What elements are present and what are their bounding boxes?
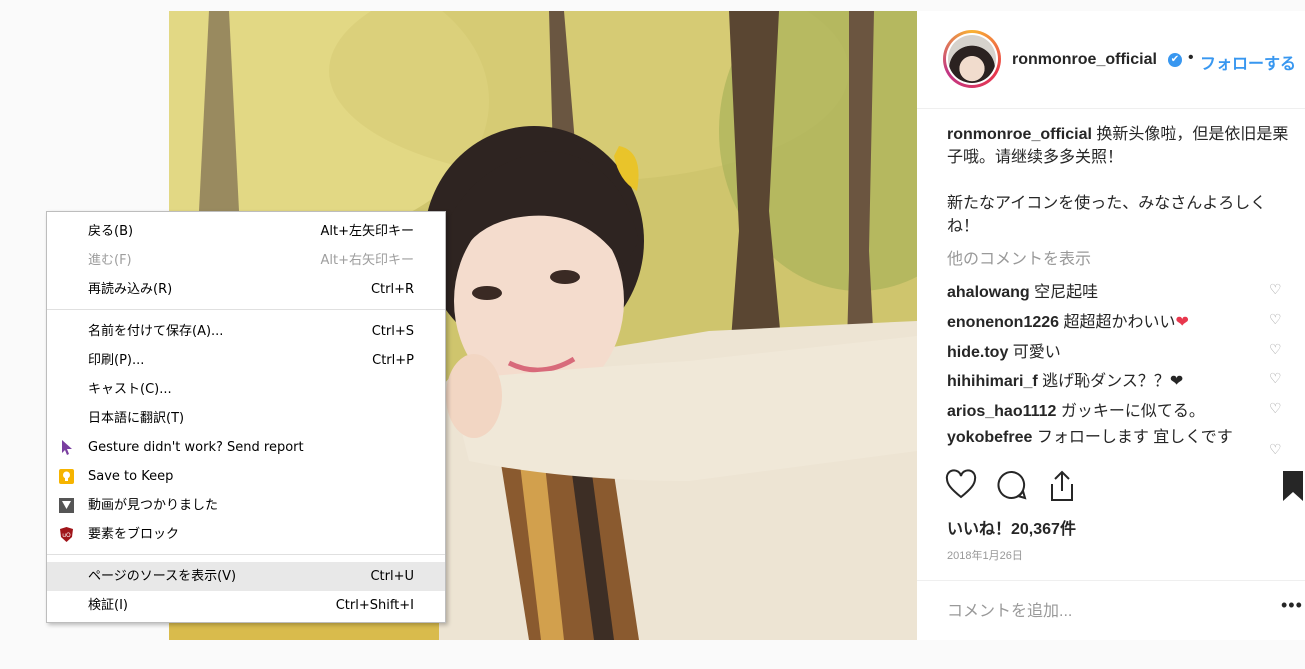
menu-item-forward: 進む(F) Alt+右矢印キー [47, 246, 445, 275]
menu-item-label: ページのソースを表示(V) [88, 569, 237, 584]
comment-username[interactable]: hihihimari_f [947, 373, 1038, 390]
caption-text-2: 新たなアイコンを使った、みなさんよろしくね！ [947, 195, 1267, 235]
menu-separator [47, 309, 445, 310]
comment-heart-icon[interactable]: ♡ [1269, 312, 1283, 326]
post-actions-bar [917, 469, 1305, 509]
comment-item: hide.toy 可愛い [947, 338, 1292, 362]
comment-heart-icon[interactable]: ♡ [1269, 401, 1283, 415]
menu-item-label: 印刷(P)... [88, 353, 145, 368]
menu-item-back[interactable]: 戻る(B) Alt+左矢印キー [47, 217, 445, 246]
menu-item-video-found[interactable]: 動画が見つかりました [47, 491, 445, 520]
add-comment-input[interactable]: コメントを追加... [947, 597, 1072, 621]
comment-username[interactable]: ahalowang [947, 284, 1030, 301]
menu-item-shortcut: Ctrl+Shift+I [335, 598, 414, 613]
menu-item-block-element[interactable]: uO 要素をブロック [47, 520, 445, 549]
comment-heart-icon[interactable]: ♡ [1269, 371, 1283, 385]
menu-item-shortcut: Ctrl+P [372, 353, 414, 368]
menu-item-inspect[interactable]: 検証(I) Ctrl+Shift+I [47, 591, 445, 620]
download-arrow-icon [59, 498, 74, 513]
menu-item-label: 名前を付けて保存(A)... [88, 324, 224, 339]
avatar-story-ring[interactable] [943, 30, 1001, 88]
menu-item-label: 進む(F) [88, 253, 132, 268]
post-caption: ronmonroe_official 换新头像啦，但是依旧是栗子哦。请继续多多关… [947, 123, 1292, 238]
comment-text: 逃げ恥ダンス？？❤ [1042, 373, 1184, 390]
post-username[interactable]: ronmonroe_official [1012, 51, 1157, 69]
menu-item-label: Save to Keep [88, 469, 174, 484]
context-menu: 戻る(B) Alt+左矢印キー 進む(F) Alt+右矢印キー 再読み込み(R)… [46, 211, 446, 623]
ublock-shield-icon: uO [60, 527, 73, 542]
svg-text:uO: uO [62, 532, 71, 539]
menu-item-label: Gesture didn't work? Send report [88, 440, 304, 455]
menu-item-label: 日本語に翻訳(T) [88, 411, 185, 426]
menu-item-translate[interactable]: 日本語に翻訳(T) [47, 404, 445, 433]
comment-heart-icon[interactable]: ♡ [1269, 282, 1283, 296]
comment-item: arios_hao1112 ガッキーに似てる。 [947, 397, 1292, 421]
menu-item-label: 再読み込み(R) [88, 282, 173, 297]
comment-username[interactable]: enonenon1226 [947, 314, 1059, 331]
comment-username[interactable]: yokobefree [947, 429, 1032, 446]
comment-item: enonenon1226 超超超かわいい❤ [947, 308, 1292, 332]
avatar-image [948, 35, 996, 83]
heart-icon[interactable] [945, 469, 977, 501]
keep-bulb-icon [59, 469, 74, 484]
bookmark-icon[interactable] [1281, 469, 1305, 503]
view-more-comments-link[interactable]: 他のコメントを表示 [947, 245, 1091, 269]
menu-separator [47, 554, 445, 555]
likes-count[interactable]: いいね！20,367件 [947, 515, 1076, 539]
menu-item-shortcut: Ctrl+S [371, 324, 414, 339]
heart-emoji-icon: ❤ [1175, 314, 1189, 331]
menu-item-gesture-report[interactable]: Gesture didn't work? Send report [47, 433, 445, 462]
menu-item-view-source[interactable]: ページのソースを表示(V) Ctrl+U [47, 562, 445, 591]
menu-item-label: 検証(I) [88, 598, 128, 613]
cursor-arrow-icon [62, 440, 72, 455]
follow-button[interactable]: フォローする [1200, 50, 1296, 74]
comment-item: ahalowang 空尼起哇 [947, 278, 1292, 302]
more-options-button[interactable]: ••• [1281, 595, 1303, 616]
verified-badge-icon: ✔ [1168, 53, 1182, 67]
comment-text: ガッキーに似てる。 [1060, 403, 1205, 420]
menu-item-shortcut: Ctrl+U [370, 569, 414, 584]
comment-text: 可愛い [1012, 344, 1061, 361]
comment-heart-icon[interactable]: ♡ [1269, 442, 1283, 456]
share-icon[interactable] [1046, 469, 1078, 503]
header-separator: • [1188, 49, 1194, 66]
comment-username[interactable]: hide.toy [947, 344, 1008, 361]
menu-item-label: 動画が見つかりました [88, 498, 219, 513]
menu-item-label: 戻る(B) [88, 224, 134, 239]
comment-text: 空尼起哇 [1034, 284, 1099, 301]
menu-item-label: キャスト(C)... [88, 382, 172, 397]
comment-text: 超超超かわいい [1063, 314, 1176, 331]
menu-item-cast[interactable]: キャスト(C)... [47, 375, 445, 404]
menu-item-label: 要素をブロック [88, 527, 180, 542]
add-comment-section: コメントを追加... ••• [917, 580, 1305, 641]
comment-icon[interactable] [996, 469, 1028, 501]
menu-item-shortcut: Alt+左矢印キー [320, 224, 415, 239]
comment-heart-icon[interactable]: ♡ [1269, 342, 1283, 356]
menu-item-print[interactable]: 印刷(P)... Ctrl+P [47, 346, 445, 375]
caption-username[interactable]: ronmonroe_official [947, 126, 1092, 143]
menu-item-reload[interactable]: 再読み込み(R) Ctrl+R [47, 275, 445, 304]
menu-item-shortcut: Alt+右矢印キー [320, 253, 415, 268]
post-side-panel: ronmonroe_official ✔ • フォローする ronmonroe_… [917, 11, 1305, 640]
menu-item-save-as[interactable]: 名前を付けて保存(A)... Ctrl+S [47, 317, 445, 346]
menu-item-save-to-keep[interactable]: Save to Keep [47, 462, 445, 491]
post-header: ronmonroe_official ✔ • フォローする [917, 11, 1305, 109]
comment-text: フォローします 宜しくです [1036, 429, 1233, 446]
menu-item-shortcut: Ctrl+R [370, 282, 414, 297]
comment-item: hihihimari_f 逃げ恥ダンス？？❤ [947, 367, 1292, 391]
comments-list[interactable]: ahalowang 空尼起哇 ♡ enonenon1226 超超超かわいい❤ ♡… [917, 274, 1305, 459]
comment-username[interactable]: arios_hao1112 [947, 403, 1056, 420]
post-date[interactable]: 2018年1月26日 [947, 547, 1023, 563]
avatar [946, 33, 998, 85]
comment-item: yokobefree フォローします 宜しくです [947, 426, 1247, 449]
